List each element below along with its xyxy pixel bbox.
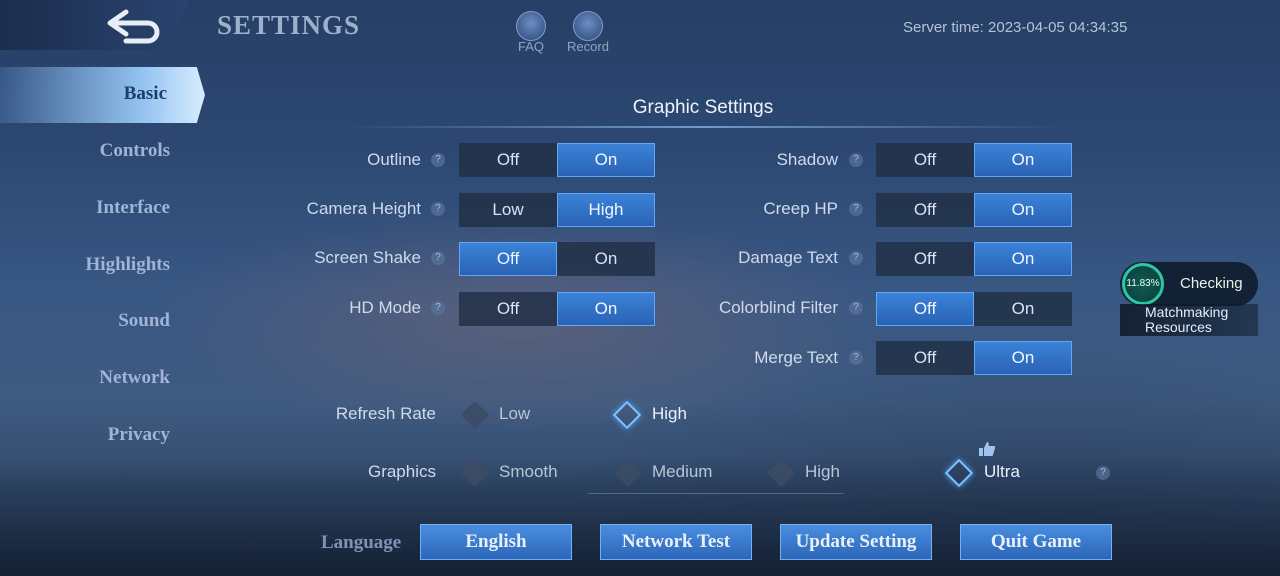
shadow-label: Shadow	[776, 150, 838, 169]
creep-hp-toggle: Off On	[876, 193, 1072, 227]
faq-label: FAQ	[517, 39, 544, 54]
page-title: SETTINGS	[217, 10, 361, 40]
sidebar-item-interface[interactable]: Interface	[0, 197, 170, 219]
refresh-low-label[interactable]: Low	[499, 404, 530, 424]
graphics-divider	[588, 493, 844, 494]
help-icon[interactable]: ?	[431, 153, 445, 167]
help-icon[interactable]: ?	[849, 202, 863, 216]
back-arrow-icon	[107, 9, 160, 44]
sidebar-item-network[interactable]: Network	[0, 367, 170, 389]
colorblind-filter-on[interactable]: On	[974, 292, 1072, 326]
help-icon[interactable]: ?	[849, 351, 863, 365]
merge-text-toggle: Off On	[876, 341, 1072, 375]
help-icon[interactable]: ?	[849, 153, 863, 167]
section-divider	[343, 126, 1063, 128]
faq-button[interactable]: FAQ	[501, 11, 561, 54]
merge-text-off[interactable]: Off	[876, 341, 974, 375]
sidebar-item-privacy[interactable]: Privacy	[0, 424, 170, 446]
refresh-high-checkbox-icon[interactable]	[612, 400, 642, 430]
update-setting-button[interactable]: Update Setting	[780, 524, 932, 560]
creep-hp-off[interactable]: Off	[876, 193, 974, 227]
camera-height-low[interactable]: Low	[459, 193, 557, 227]
matchmaking-line1: Matchmaking	[1145, 304, 1229, 320]
sidebar-item-basic[interactable]: Basic	[0, 67, 205, 123]
graphics-smooth-label[interactable]: Smooth	[499, 462, 558, 482]
colorblind-filter-off[interactable]: Off	[876, 292, 974, 326]
matchmaking-line2: Resources	[1145, 319, 1212, 335]
merge-text-label: Merge Text	[754, 348, 838, 367]
shadow-toggle: Off On	[876, 143, 1072, 177]
creep-hp-label: Creep HP	[763, 199, 838, 218]
hd-mode-label: HD Mode	[349, 298, 421, 317]
screen-shake-off[interactable]: Off	[459, 242, 557, 276]
progress-ring: 11.83%	[1122, 263, 1164, 305]
server-time: Server time: 2023-04-05 04:34:35	[903, 19, 1128, 36]
matchmaking-check-widget[interactable]: 11.83% Checking	[1120, 262, 1258, 306]
damage-text-off[interactable]: Off	[876, 242, 974, 276]
shadow-off[interactable]: Off	[876, 143, 974, 177]
thumbs-up-icon	[979, 442, 996, 456]
damage-text-on[interactable]: On	[974, 242, 1072, 276]
check-status: Checking	[1180, 275, 1243, 292]
record-label: Record	[567, 39, 609, 54]
help-icon[interactable]: ?	[431, 301, 445, 315]
language-label: Language	[321, 532, 402, 553]
sidebar-item-label: Basic	[123, 83, 167, 104]
sidebar-item-highlights[interactable]: Highlights	[0, 254, 170, 276]
section-title: Graphic Settings	[632, 97, 774, 118]
network-test-button[interactable]: Network Test	[600, 524, 752, 560]
refresh-low-checkbox-icon[interactable]	[460, 400, 490, 430]
merge-text-on[interactable]: On	[974, 341, 1072, 375]
damage-text-toggle: Off On	[876, 242, 1072, 276]
refresh-high-label[interactable]: High	[652, 404, 687, 424]
refresh-rate-label: Refresh Rate	[335, 404, 436, 423]
record-button[interactable]: Record	[558, 11, 618, 54]
matchmaking-resources-box: Matchmaking Resources	[1120, 304, 1258, 336]
quit-game-button[interactable]: Quit Game	[960, 524, 1112, 560]
graphics-medium-label[interactable]: Medium	[652, 462, 712, 482]
help-icon[interactable]: ?	[1096, 466, 1110, 480]
screen-shake-label: Screen Shake	[314, 248, 421, 267]
outline-label: Outline	[367, 150, 421, 169]
help-icon[interactable]: ?	[849, 251, 863, 265]
help-icon[interactable]: ?	[431, 202, 445, 216]
sidebar-item-sound[interactable]: Sound	[0, 310, 170, 332]
help-icon[interactable]: ?	[849, 301, 863, 315]
damage-text-label: Damage Text	[738, 248, 838, 267]
graphics-high-label[interactable]: High	[805, 462, 840, 482]
language-button[interactable]: English	[420, 524, 572, 560]
colorblind-filter-label: Colorblind Filter	[718, 298, 838, 317]
shadow-on[interactable]: On	[974, 143, 1072, 177]
graphics-label: Graphics	[367, 462, 436, 481]
hd-mode-off[interactable]: Off	[459, 292, 557, 326]
graphics-ultra-label[interactable]: Ultra	[984, 462, 1020, 482]
back-button[interactable]	[0, 0, 190, 50]
camera-height-label: Camera Height	[306, 199, 421, 218]
creep-hp-on[interactable]: On	[974, 193, 1072, 227]
sidebar-item-controls[interactable]: Controls	[0, 140, 170, 162]
help-icon[interactable]: ?	[431, 251, 445, 265]
outline-off[interactable]: Off	[459, 143, 557, 177]
faq-icon	[516, 11, 546, 41]
record-icon	[573, 11, 603, 41]
colorblind-filter-toggle: Off On	[876, 292, 1072, 326]
